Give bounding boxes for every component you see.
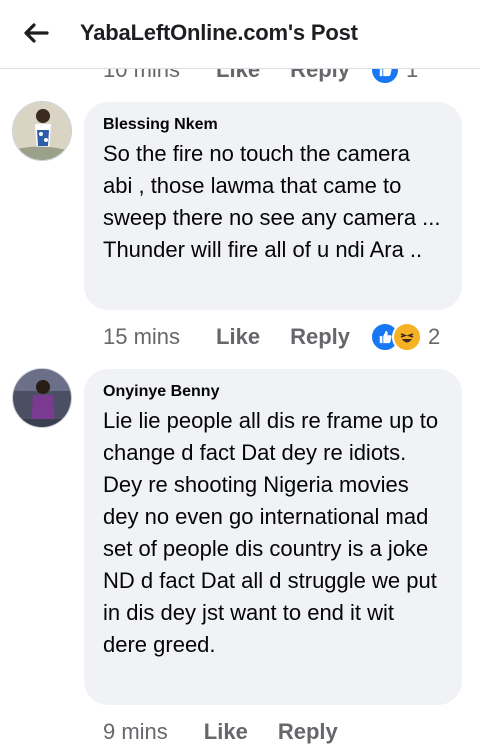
back-arrow-icon [24,23,49,43]
reaction-count: 2 [428,324,441,349]
avatar[interactable] [12,368,72,428]
comment-meta: 15 mins Like Reply 2 [103,320,440,354]
like-button[interactable]: Like [204,719,248,745]
comment-bubble[interactable]: Blessing Nkem So the fire no touch the c… [84,102,462,310]
avatar[interactable] [12,101,72,161]
comment-meta: 9 mins Like Reply [103,715,358,749]
haha-icon [392,322,422,352]
comment-bubble[interactable]: Onyinye Benny Lie lie people all dis re … [84,369,462,705]
like-button[interactable]: Like [216,324,260,350]
reply-button[interactable]: Reply [278,719,338,745]
back-button[interactable] [14,14,58,52]
comment-time: 15 mins [103,324,181,349]
comment-author[interactable]: Blessing Nkem [103,116,444,134]
comment-text: Lie lie people all dis re frame up to ch… [103,408,439,657]
comment-text: So the fire no touch the camera abi , th… [103,141,441,262]
post-header: YabaLeftOnline.com's Post [0,0,480,69]
reply-button[interactable]: Reply [290,324,350,350]
comment-author[interactable]: Onyinye Benny [103,383,444,401]
reactions-summary[interactable]: 2 [370,322,440,352]
comment-time: 9 mins [103,719,168,744]
page-title: YabaLeftOnline.com's Post [80,20,358,45]
comments-list: 10 mins Like Reply 1 Blessing Nkem So th… [0,0,480,748]
